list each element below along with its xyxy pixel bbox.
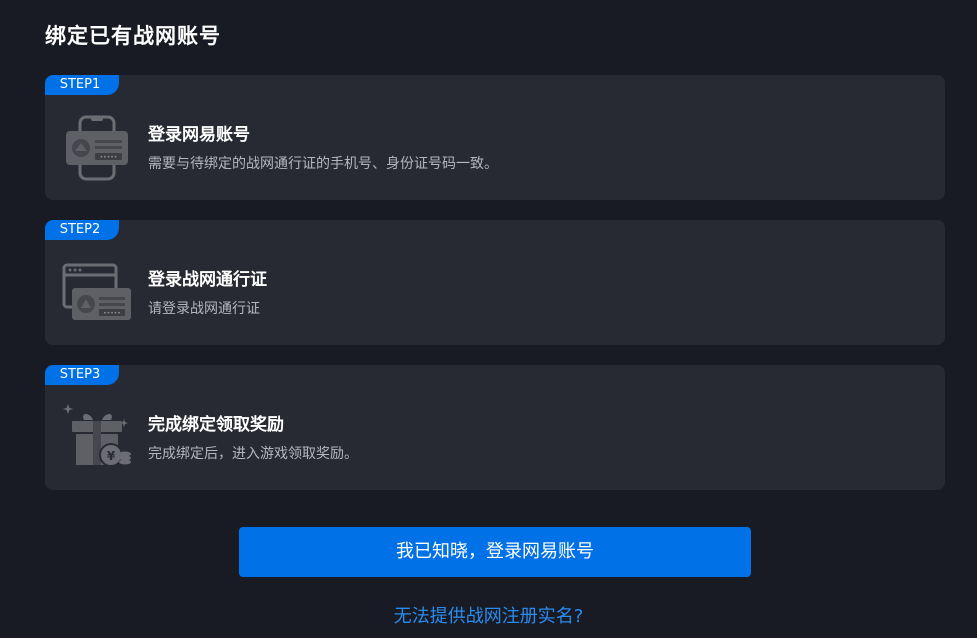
bind-account-page: 绑定已有战网账号 STEP1 ••••• 登录网易账号 需要与待绑定的战网通行证… bbox=[0, 0, 977, 638]
step-badge: STEP1 bbox=[45, 75, 119, 95]
id-card-phone-icon: ••••• bbox=[66, 115, 128, 181]
page-title: 绑定已有战网账号 bbox=[45, 24, 221, 48]
step-card-3: STEP3 ¥ 完成绑定领取奖励 完成绑定后，进入游戏领取奖励。 bbox=[45, 365, 945, 490]
browser-card-icon: ••••• bbox=[62, 263, 131, 320]
step-title: 登录战网通行证 bbox=[148, 270, 267, 290]
step-badge: STEP2 bbox=[45, 220, 119, 240]
step-description: 完成绑定后，进入游戏领取奖励。 bbox=[148, 446, 358, 462]
svg-text:•••••: ••••• bbox=[103, 310, 121, 317]
gift-reward-icon: ¥ bbox=[62, 404, 131, 467]
svg-text:•••••: ••••• bbox=[100, 154, 118, 161]
help-link[interactable]: 无法提供战网注册实名? bbox=[0, 604, 977, 630]
step-title: 完成绑定领取奖励 bbox=[148, 415, 284, 435]
step-description: 需要与待绑定的战网通行证的手机号、身份证号码一致。 bbox=[148, 156, 498, 172]
step-description: 请登录战网通行证 bbox=[148, 301, 260, 317]
svg-text:¥: ¥ bbox=[107, 449, 116, 463]
step-card-1: STEP1 ••••• 登录网易账号 需要与待绑定的战网通行证的手机号、身份证号… bbox=[45, 75, 945, 200]
step-card-2: STEP2 ••••• 登录战网通行证 请登录战网通行证 bbox=[45, 220, 945, 345]
confirm-login-button[interactable]: 我已知晓，登录网易账号 bbox=[239, 527, 751, 577]
step-title: 登录网易账号 bbox=[148, 125, 250, 145]
step-badge: STEP3 bbox=[45, 365, 119, 385]
